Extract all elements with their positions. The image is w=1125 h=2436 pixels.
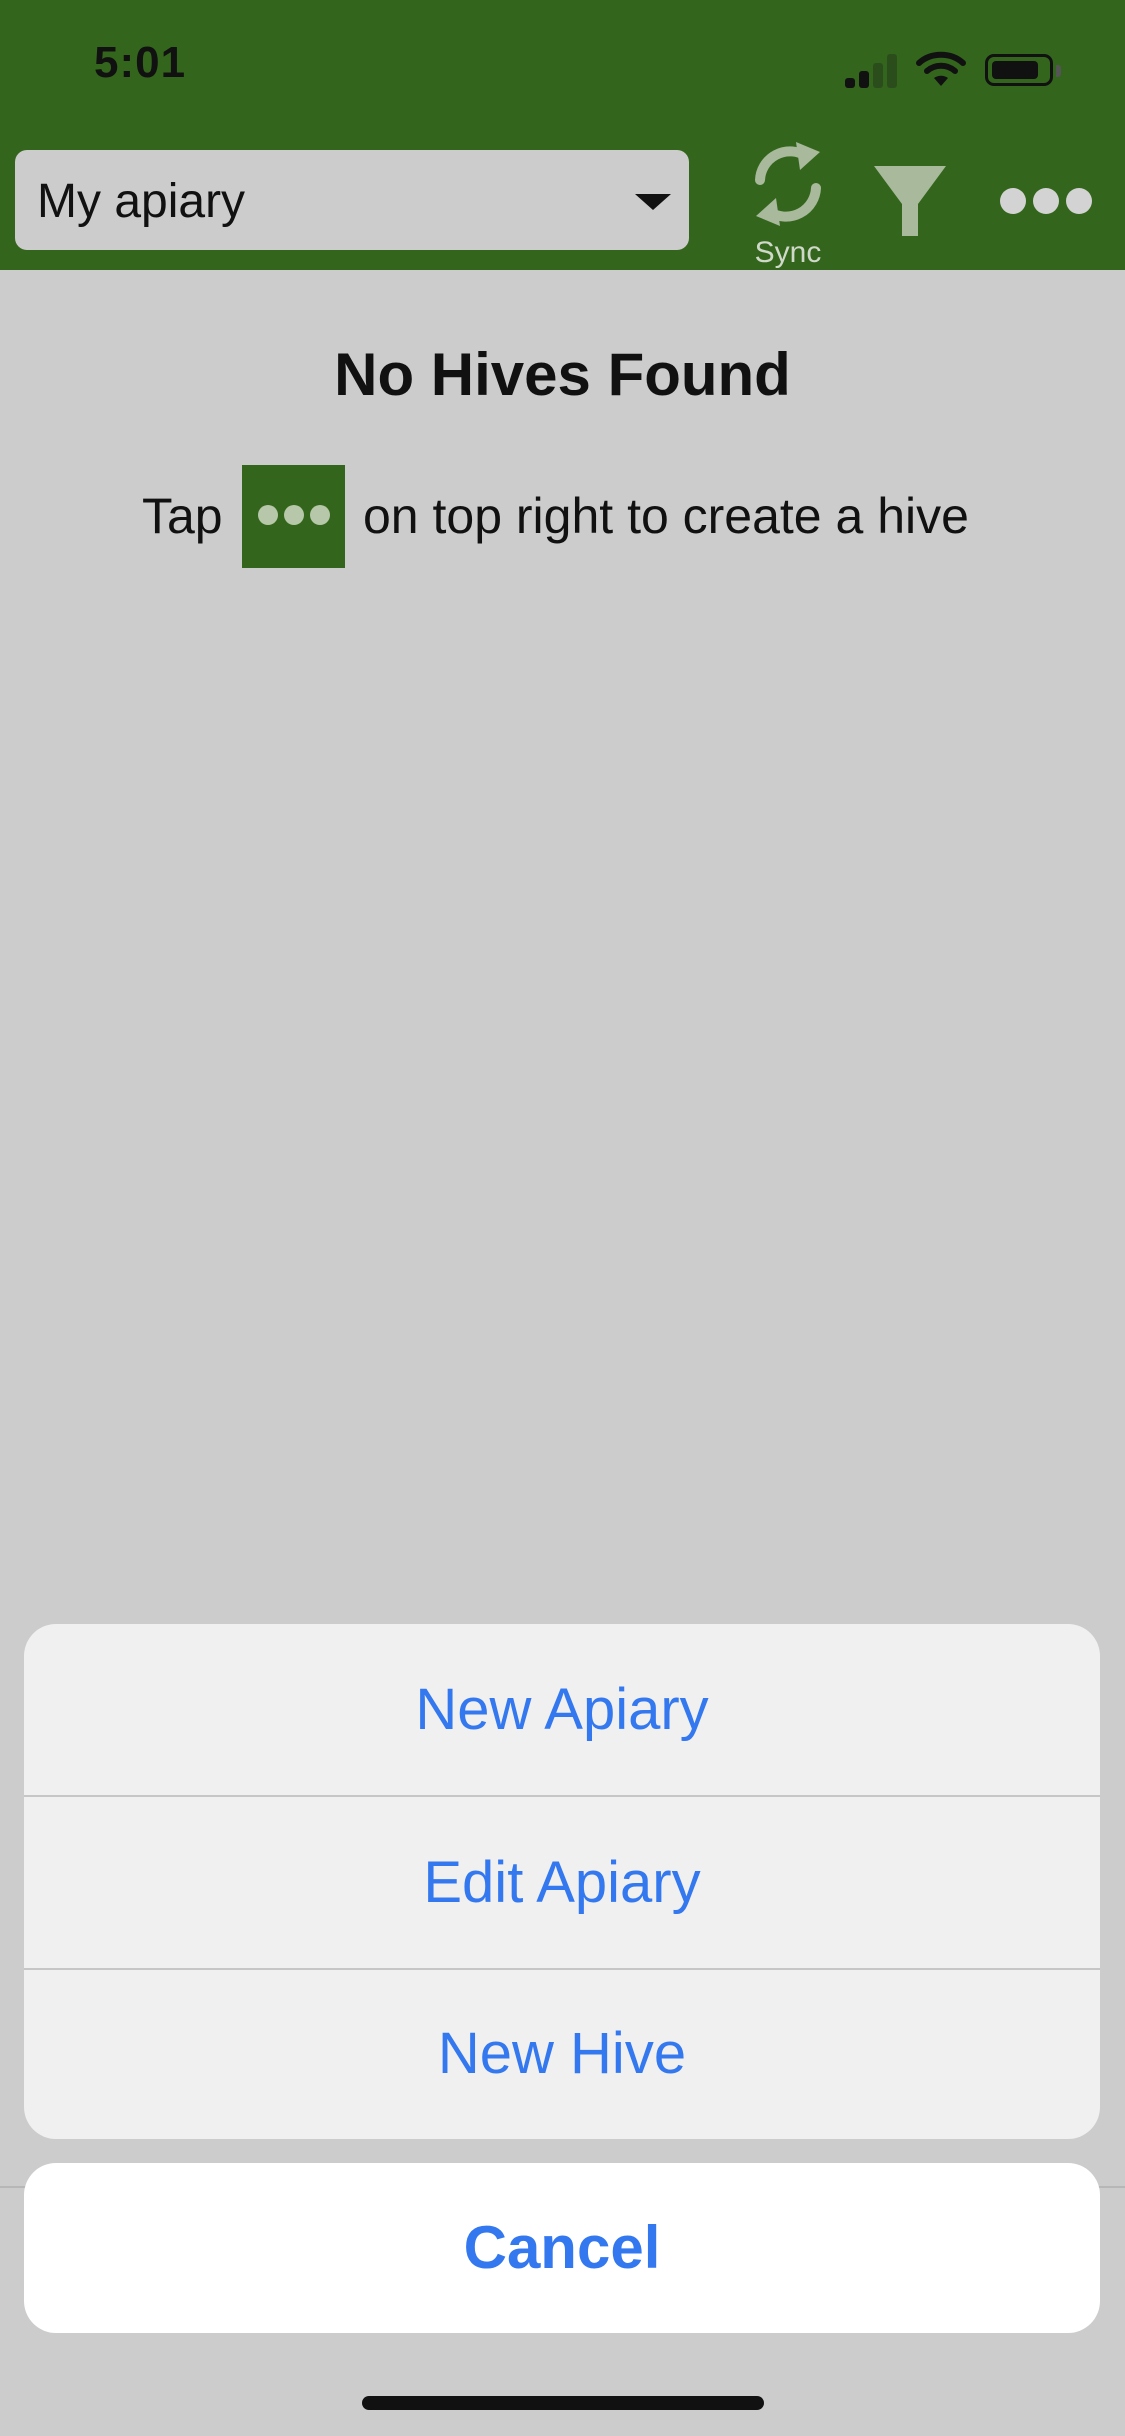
- status-icons: [845, 50, 1085, 90]
- hint-prefix: Tap: [142, 488, 223, 544]
- cellular-signal-icon: [845, 50, 901, 88]
- new-apiary-label: New Apiary: [415, 1677, 709, 1742]
- cancel-button[interactable]: Cancel: [24, 2163, 1100, 2333]
- more-icon-dot: [310, 505, 330, 525]
- more-icon-dot: [284, 505, 304, 525]
- empty-state-hint: Tap on top right to create a hive: [140, 465, 1040, 569]
- filter-icon: [874, 166, 946, 236]
- action-sheet: New Apiary Edit Apiary New Hive: [24, 1624, 1100, 2139]
- apiary-select[interactable]: My apiary: [15, 150, 689, 250]
- status-time: 5:01: [94, 38, 187, 87]
- edit-apiary-button[interactable]: Edit Apiary: [24, 1797, 1100, 1968]
- more-icon-dot: [1066, 188, 1092, 214]
- more-icon-dot: [1000, 188, 1026, 214]
- apiary-select-value: My apiary: [37, 175, 246, 228]
- new-apiary-button[interactable]: New Apiary: [24, 1624, 1100, 1795]
- empty-state-title: No Hives Found: [334, 341, 791, 408]
- more-button[interactable]: [990, 150, 1100, 250]
- new-hive-button[interactable]: New Hive: [24, 1968, 1100, 2139]
- app-header: 5:01 My apiary Sync: [0, 0, 1125, 270]
- cancel-label: Cancel: [463, 2214, 661, 2281]
- more-icon-dot: [258, 505, 278, 525]
- more-icon: [242, 465, 345, 568]
- sync-label: Sync: [754, 236, 822, 269]
- caret-down-icon: [635, 194, 671, 210]
- battery-level: [992, 61, 1038, 79]
- filter-button[interactable]: [868, 150, 952, 250]
- more-icon-dot: [1033, 188, 1059, 214]
- home-indicator[interactable]: [362, 2396, 764, 2410]
- battery-tip: [1056, 65, 1061, 77]
- sync-icon: [755, 142, 821, 226]
- hint-suffix: on top right to create a hive: [363, 488, 969, 544]
- wifi-icon: [916, 51, 966, 86]
- battery-icon: [985, 54, 1053, 86]
- sync-button[interactable]: Sync: [732, 130, 844, 270]
- edit-apiary-label: Edit Apiary: [423, 1850, 701, 1915]
- new-hive-label: New Hive: [437, 2021, 687, 2086]
